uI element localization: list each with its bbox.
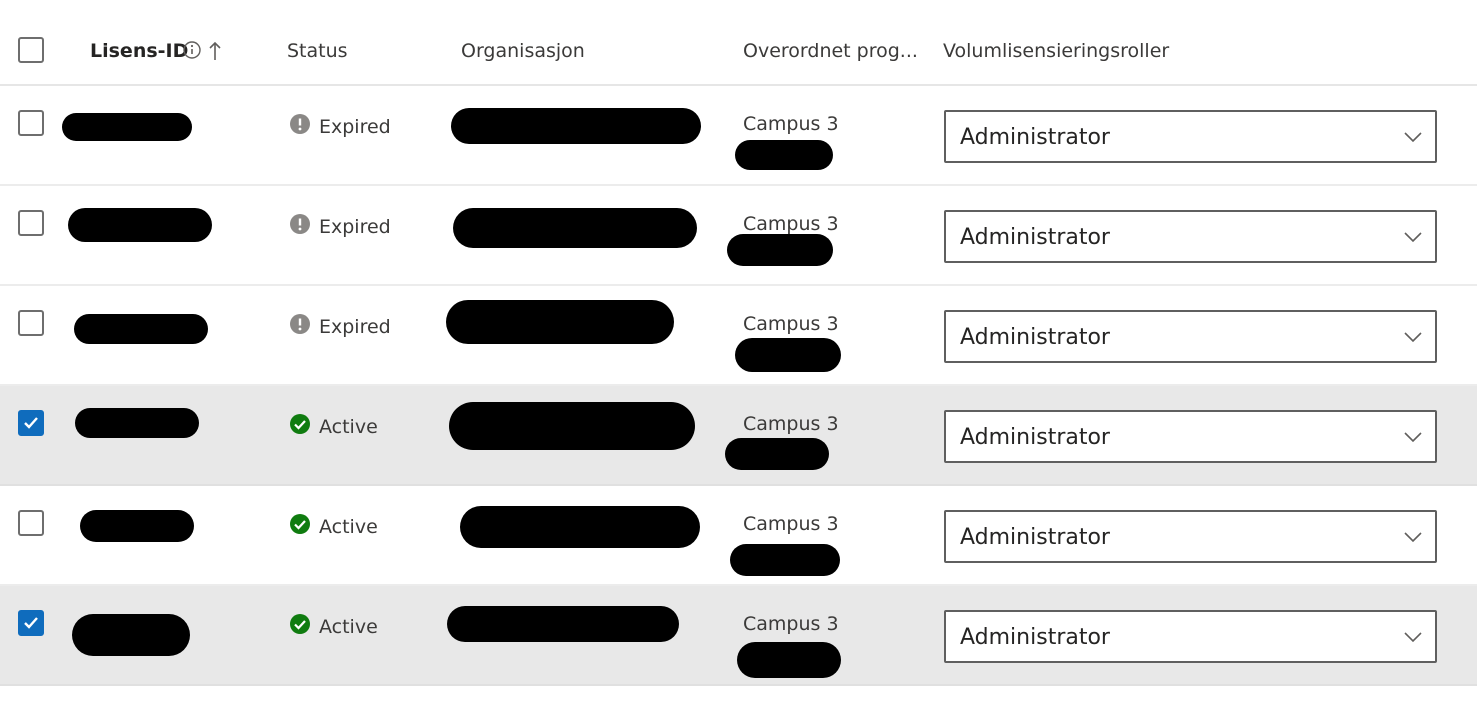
- checkmark-circle-icon: [289, 513, 311, 540]
- redacted-organization: [453, 208, 697, 248]
- parent-program-text: Campus 3: [743, 513, 839, 535]
- redacted-program-detail: [730, 544, 840, 576]
- role-dropdown[interactable]: Administrator: [944, 110, 1437, 163]
- redacted-organization: [446, 300, 674, 344]
- chevron-down-icon: [1403, 628, 1423, 647]
- checkmark-circle-icon: [289, 613, 311, 640]
- info-icon[interactable]: [182, 40, 202, 64]
- warning-circle-icon: [289, 213, 311, 240]
- chevron-down-icon: [1403, 328, 1423, 347]
- redacted-program-detail: [725, 438, 829, 470]
- parent-program-text: Campus 3: [743, 213, 839, 235]
- table-header: Lisens-ID Status Organisasjon Overordnet…: [0, 0, 1477, 86]
- row-checkbox[interactable]: [18, 510, 44, 536]
- status-text: Active: [319, 515, 378, 538]
- role-dropdown[interactable]: Administrator: [944, 510, 1437, 563]
- status-cell: Active: [289, 613, 378, 640]
- redacted-organization: [451, 108, 701, 144]
- redacted-license-id: [75, 408, 199, 438]
- status-cell: Expired: [289, 213, 391, 240]
- redacted-organization: [460, 506, 700, 548]
- table-row[interactable]: Expired Campus 3 Administrator: [0, 86, 1477, 186]
- role-dropdown[interactable]: Administrator: [944, 610, 1437, 663]
- column-header-organization[interactable]: Organisasjon: [461, 40, 585, 62]
- status-text: Active: [319, 615, 378, 638]
- role-dropdown[interactable]: Administrator: [944, 310, 1437, 363]
- warning-circle-icon: [289, 113, 311, 140]
- column-header-parent-program[interactable]: Overordnet prog...: [743, 40, 918, 62]
- role-dropdown[interactable]: Administrator: [944, 410, 1437, 463]
- table-row[interactable]: Active Campus 3 Administrator: [0, 386, 1477, 486]
- redacted-program-detail: [737, 642, 841, 678]
- row-checkbox[interactable]: [18, 210, 44, 236]
- status-text: Active: [319, 415, 378, 438]
- redacted-organization: [447, 606, 679, 642]
- parent-program-text: Campus 3: [743, 313, 839, 335]
- table-row[interactable]: Expired Campus 3 Administrator: [0, 286, 1477, 386]
- table-row[interactable]: Active Campus 3 Administrator: [0, 586, 1477, 686]
- column-header-license-id[interactable]: Lisens-ID: [90, 40, 188, 62]
- status-cell: Active: [289, 413, 378, 440]
- chevron-down-icon: [1403, 228, 1423, 247]
- redacted-program-detail: [735, 140, 833, 170]
- role-value: Administrator: [960, 625, 1110, 650]
- parent-program-text: Campus 3: [743, 113, 839, 135]
- status-cell: Expired: [289, 313, 391, 340]
- status-text: Expired: [319, 115, 391, 138]
- redacted-license-id: [80, 510, 194, 542]
- row-checkbox[interactable]: [18, 310, 44, 336]
- parent-program-text: Campus 3: [743, 413, 839, 435]
- chevron-down-icon: [1403, 128, 1423, 147]
- chevron-down-icon: [1403, 528, 1423, 547]
- role-value: Administrator: [960, 525, 1110, 550]
- status-cell: Expired: [289, 113, 391, 140]
- redacted-program-detail: [735, 338, 841, 372]
- select-all-checkbox[interactable]: [18, 37, 44, 63]
- checkmark-icon: [24, 617, 38, 629]
- redacted-organization: [449, 402, 695, 450]
- redacted-license-id: [72, 614, 190, 656]
- status-text: Expired: [319, 315, 391, 338]
- redacted-license-id: [68, 208, 212, 242]
- redacted-program-detail: [727, 234, 833, 266]
- checkmark-icon: [24, 417, 38, 429]
- checkmark-circle-icon: [289, 413, 311, 440]
- warning-circle-icon: [289, 313, 311, 340]
- parent-program-text: Campus 3: [743, 613, 839, 635]
- role-value: Administrator: [960, 125, 1110, 150]
- redacted-license-id: [74, 314, 208, 344]
- role-value: Administrator: [960, 325, 1110, 350]
- column-header-roles[interactable]: Volumlisensieringsroller: [943, 40, 1169, 62]
- row-checkbox[interactable]: [18, 410, 44, 436]
- sort-ascending-icon[interactable]: [208, 40, 222, 66]
- chevron-down-icon: [1403, 428, 1423, 447]
- row-checkbox[interactable]: [18, 110, 44, 136]
- role-value: Administrator: [960, 225, 1110, 250]
- table-row[interactable]: Expired Campus 3 Administrator: [0, 186, 1477, 286]
- role-dropdown[interactable]: Administrator: [944, 210, 1437, 263]
- license-table: Lisens-ID Status Organisasjon Overordnet…: [0, 0, 1477, 686]
- redacted-license-id: [62, 113, 192, 141]
- row-checkbox[interactable]: [18, 610, 44, 636]
- status-cell: Active: [289, 513, 378, 540]
- role-value: Administrator: [960, 425, 1110, 450]
- status-text: Expired: [319, 215, 391, 238]
- column-header-status[interactable]: Status: [287, 40, 348, 62]
- table-row[interactable]: Active Campus 3 Administrator: [0, 486, 1477, 586]
